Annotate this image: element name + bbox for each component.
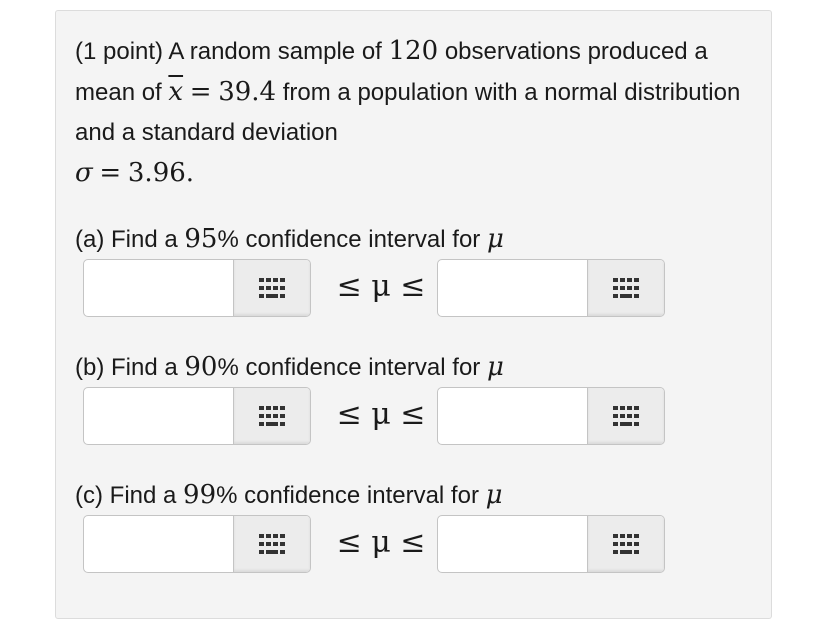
- part-a-mu: μ: [486, 224, 504, 254]
- part-a-confidence: 95: [184, 224, 218, 254]
- keypad-grid-icon: [259, 278, 285, 298]
- part-b-upper-input[interactable]: [438, 388, 588, 444]
- part-c-upper-input[interactable]: [438, 516, 588, 572]
- points-label: (1 point): [75, 38, 164, 65]
- sample-size: 120: [388, 36, 439, 66]
- part-a-question: (a) Find a 95% confidence interval for μ: [75, 223, 504, 256]
- sigma-symbol: σ: [75, 158, 93, 188]
- part-a-upper-keypad-button[interactable]: [587, 260, 664, 316]
- sample-mean: 39.4: [218, 77, 277, 107]
- part-b-upper-field: [437, 387, 665, 445]
- period: .: [185, 158, 195, 188]
- part-c-percent: %: [216, 482, 238, 509]
- keypad-grid-icon: [613, 534, 639, 554]
- part-a-lower-field: [83, 259, 311, 317]
- std-deviation: 3.96: [127, 158, 186, 188]
- part-b-confidence: 90: [184, 352, 218, 382]
- part-b-lower-input[interactable]: [84, 388, 234, 444]
- part-a-upper-field: [437, 259, 665, 317]
- keypad-grid-icon: [259, 534, 285, 554]
- part-c-inequality: ≤ μ ≤: [336, 525, 426, 560]
- problem-panel: (1 point) A random sample of 120 observa…: [55, 10, 772, 619]
- part-c-lower-keypad-button[interactable]: [233, 516, 310, 572]
- part-b-percent: %: [217, 354, 239, 381]
- part-b-suffix: confidence interval for: [245, 354, 481, 381]
- part-b-lower-keypad-button[interactable]: [233, 388, 310, 444]
- part-a-prefix: (a) Find a: [75, 226, 178, 253]
- equals-sign-2: =: [99, 158, 122, 188]
- problem-statement: (1 point) A random sample of 120 observa…: [75, 31, 765, 194]
- part-c-answer-row: ≤ μ ≤: [83, 515, 683, 573]
- part-c-lower-field: [83, 515, 311, 573]
- xbar-symbol: x: [168, 77, 184, 107]
- keypad-grid-icon: [259, 406, 285, 426]
- part-b-lower-field: [83, 387, 311, 445]
- part-b-answer-row: ≤ μ ≤: [83, 387, 683, 445]
- keypad-grid-icon: [613, 278, 639, 298]
- equals-sign-1: =: [189, 77, 212, 107]
- part-a-lower-keypad-button[interactable]: [233, 260, 310, 316]
- part-b-question: (b) Find a 90% confidence interval for μ: [75, 351, 504, 384]
- part-b-inequality: ≤ μ ≤: [336, 397, 426, 432]
- part-c-upper-keypad-button[interactable]: [587, 516, 664, 572]
- part-a-lower-input[interactable]: [84, 260, 234, 316]
- part-c-confidence: 99: [183, 480, 217, 510]
- part-c-prefix: (c) Find a: [75, 482, 177, 509]
- part-c-suffix: confidence interval for: [244, 482, 479, 509]
- part-c-mu: μ: [485, 480, 503, 510]
- part-a-inequality: ≤ μ ≤: [336, 269, 426, 304]
- part-c-upper-field: [437, 515, 665, 573]
- part-a-percent: %: [217, 226, 239, 253]
- part-b-upper-keypad-button[interactable]: [587, 388, 664, 444]
- statement-text-1: A random sample of: [168, 38, 382, 65]
- part-a-upper-input[interactable]: [438, 260, 588, 316]
- part-a-suffix: confidence interval for: [245, 226, 481, 253]
- part-c-question: (c) Find a 99% confidence interval for μ: [75, 479, 503, 512]
- part-a-answer-row: ≤ μ ≤: [83, 259, 683, 317]
- part-b-mu: μ: [486, 352, 504, 382]
- part-c-lower-input[interactable]: [84, 516, 234, 572]
- part-b-prefix: (b) Find a: [75, 354, 178, 381]
- keypad-grid-icon: [613, 406, 639, 426]
